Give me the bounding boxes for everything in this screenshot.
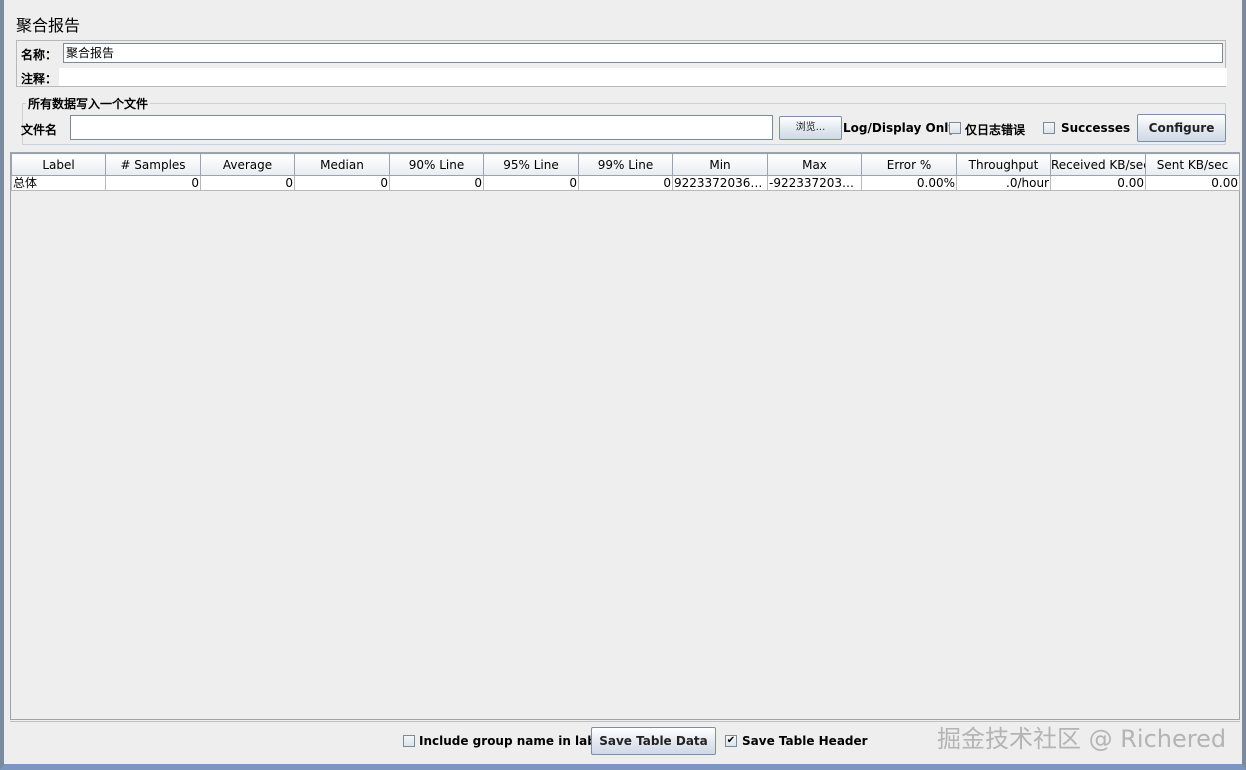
errors-only-checkbox[interactable]: [949, 122, 961, 134]
column-header-sent[interactable]: Sent KB/sec: [1145, 153, 1240, 176]
page-title: 聚合报告: [16, 16, 81, 35]
name-input[interactable]: 聚合报告: [63, 43, 1223, 63]
filename-input[interactable]: [70, 115, 773, 140]
table-cell: .0/hour: [956, 175, 1051, 191]
table-cell: -92233720368...: [767, 175, 862, 191]
column-header-median[interactable]: Median: [294, 153, 390, 176]
comment-input[interactable]: [59, 68, 1227, 86]
table-cell: 0: [389, 175, 484, 191]
name-comment-panel: 名称： 聚合报告 注释：: [16, 40, 1227, 87]
name-label: 名称：: [21, 48, 58, 62]
table-cell: 0: [294, 175, 390, 191]
log-display-only-label: Log/Display Only:: [843, 121, 961, 135]
column-header-throughput[interactable]: Throughput: [956, 153, 1051, 176]
table-cell: 0.00: [1050, 175, 1146, 191]
table-cell: 92233720368...: [672, 175, 768, 191]
file-output-legend: 所有数据写入一个文件: [26, 95, 151, 112]
successes-checkbox[interactable]: [1043, 122, 1055, 134]
column-header-average[interactable]: Average: [200, 153, 295, 176]
column-header-99-line[interactable]: 99% Line: [578, 153, 673, 176]
save-table-header-checkbox[interactable]: ✔: [725, 735, 737, 747]
checkmark-icon: ✔: [726, 735, 736, 746]
results-table: Label # Samples Average Median 90% Line …: [11, 153, 1240, 191]
filename-label: 文件名: [21, 123, 58, 137]
app-window: 聚合报告 名称： 聚合报告 注释： 所有数据写入一个文件 文件名 浏览... L…: [0, 0, 1246, 770]
save-table-header-label: Save Table Header: [742, 734, 868, 748]
table-cell: 0: [105, 175, 201, 191]
table-header-row: Label # Samples Average Median 90% Line …: [11, 153, 1240, 176]
table-row[interactable]: 总体 0 0 0 0 0 0 92233720368... -922337203…: [11, 175, 1240, 191]
column-header-95-line[interactable]: 95% Line: [483, 153, 579, 176]
browse-button[interactable]: 浏览...: [779, 116, 842, 140]
column-header-received[interactable]: Received KB/sec: [1050, 153, 1146, 176]
watermark: 掘金技术社区 @ Richered: [937, 725, 1227, 753]
column-header-max[interactable]: Max: [767, 153, 862, 176]
table-cell: 0: [483, 175, 579, 191]
save-table-data-button[interactable]: Save Table Data: [591, 727, 716, 755]
table-cell: 0.00: [1145, 175, 1240, 191]
errors-only-label: 仅日志错误: [965, 123, 1026, 137]
comment-label: 注释：: [21, 72, 58, 86]
column-header-samples[interactable]: # Samples: [105, 153, 201, 176]
include-group-label: Include group name in label?: [419, 734, 616, 748]
table-cell: 0.00%: [861, 175, 957, 191]
column-header-min[interactable]: Min: [672, 153, 768, 176]
table-cell: 0: [578, 175, 673, 191]
column-header-label[interactable]: Label: [11, 153, 106, 176]
column-header-90-line[interactable]: 90% Line: [389, 153, 484, 176]
include-group-checkbox[interactable]: [403, 735, 415, 747]
table-cell: 0: [200, 175, 295, 191]
successes-label: Successes: [1061, 121, 1131, 135]
results-table-area[interactable]: Label # Samples Average Median 90% Line …: [10, 152, 1240, 720]
configure-button[interactable]: Configure: [1137, 114, 1226, 142]
table-cell: 总体: [11, 175, 106, 191]
column-header-error[interactable]: Error %: [861, 153, 957, 176]
